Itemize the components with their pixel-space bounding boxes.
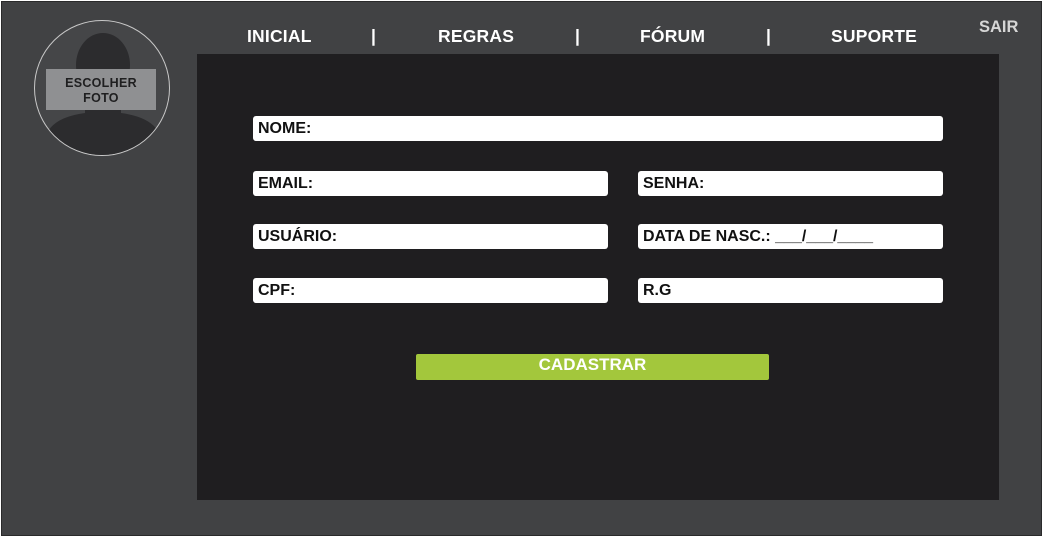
password-field[interactable]: SENHA: bbox=[638, 171, 943, 196]
nav-separator: | bbox=[766, 26, 771, 46]
nav-item-rules[interactable]: REGRAS bbox=[438, 26, 514, 47]
name-field[interactable]: NOME: bbox=[253, 116, 943, 141]
rg-field-label: R.G bbox=[643, 281, 672, 299]
email-field[interactable]: EMAIL: bbox=[253, 171, 608, 196]
nav-separator: | bbox=[575, 26, 580, 46]
cpf-field[interactable]: CPF: bbox=[253, 278, 608, 303]
birthdate-field[interactable]: DATA DE NASC.: ___/___/____ bbox=[638, 224, 943, 249]
logout-link[interactable]: SAIR bbox=[979, 18, 1018, 37]
username-field[interactable]: USUÁRIO: bbox=[253, 224, 608, 249]
choose-photo-button[interactable]: ESCOLHER FOTO bbox=[46, 69, 156, 110]
password-field-label: SENHA: bbox=[643, 174, 705, 192]
app-window: ESCOLHER FOTO INICIAL | REGRAS | FÓRUM |… bbox=[1, 1, 1042, 536]
nav-separator: | bbox=[371, 26, 376, 46]
name-field-label: NOME: bbox=[258, 119, 312, 137]
email-field-label: EMAIL: bbox=[258, 174, 314, 192]
birthdate-field-label: DATA DE NASC.: ___/___/____ bbox=[643, 227, 874, 245]
nav-item-support[interactable]: SUPORTE bbox=[831, 26, 917, 47]
profile-photo[interactable]: ESCOLHER FOTO bbox=[34, 20, 170, 156]
nav-item-forum[interactable]: FÓRUM bbox=[640, 26, 705, 47]
username-field-label: USUÁRIO: bbox=[258, 227, 338, 245]
nav-item-home[interactable]: INICIAL bbox=[247, 26, 312, 47]
cpf-field-label: CPF: bbox=[258, 281, 296, 299]
register-button[interactable]: CADASTRAR bbox=[416, 354, 769, 380]
rg-field[interactable]: R.G bbox=[638, 278, 943, 303]
